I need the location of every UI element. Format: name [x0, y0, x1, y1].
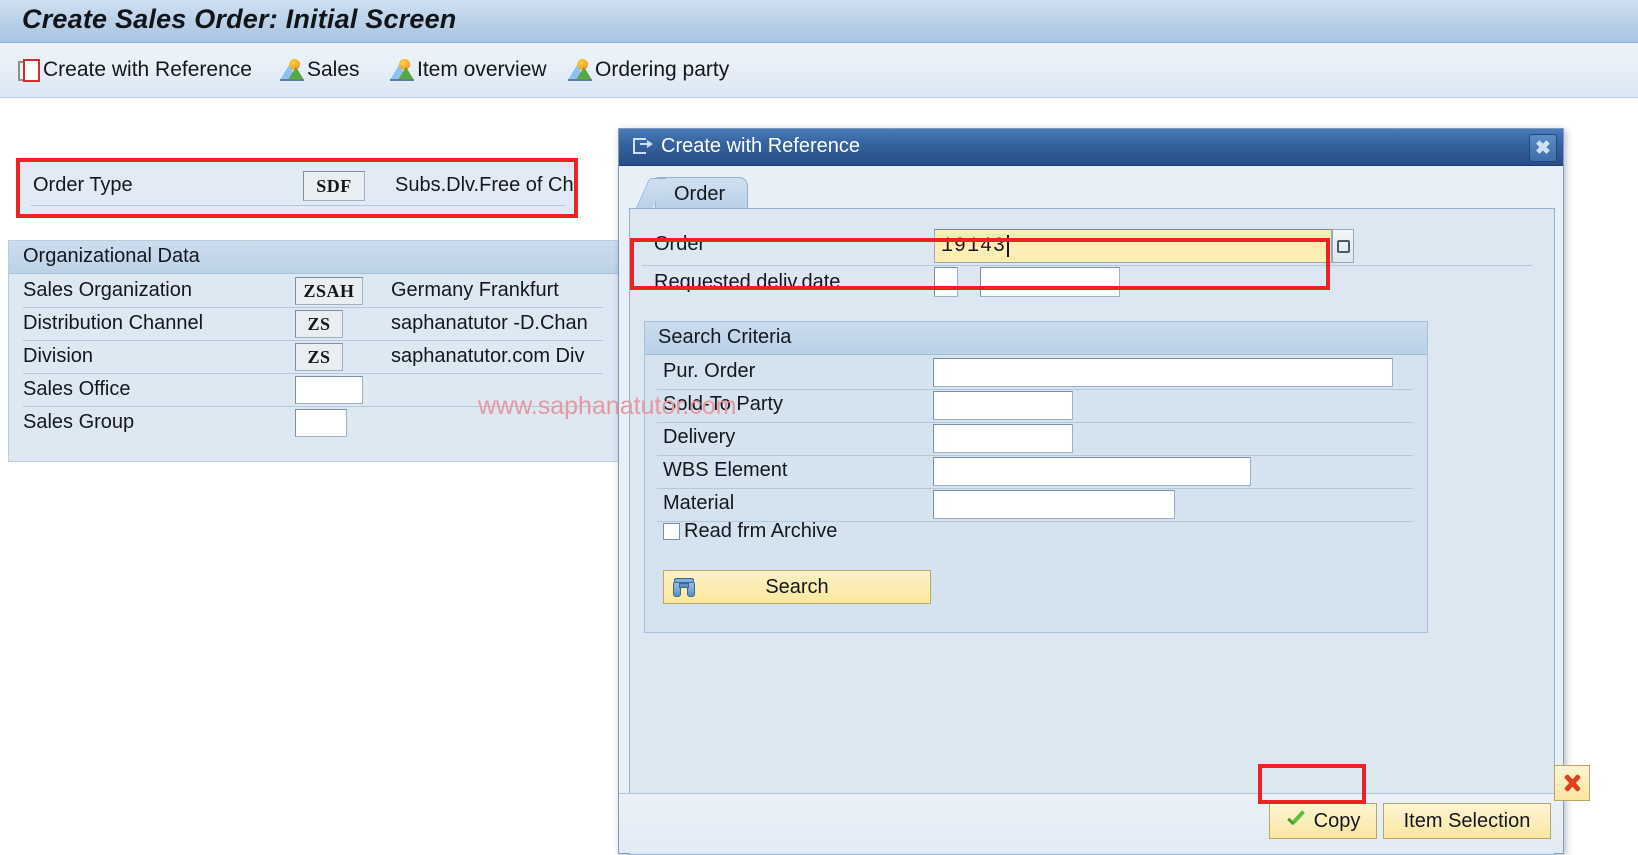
organizational-data-title: Organizational Data — [23, 245, 200, 267]
org-row-division: Division ZS saphanatutor.com Div — [23, 341, 603, 374]
org-row-sales-group: Sales Group — [23, 407, 603, 439]
search-criteria-title: Search Criteria — [658, 326, 792, 348]
mountain-icon — [568, 59, 592, 81]
order-field-row: Order 19143 — [642, 227, 1532, 266]
dialog-tabstrip: Order — [629, 177, 1553, 210]
row-label: Distribution Channel — [23, 312, 204, 334]
row-label: Sales Office — [23, 378, 131, 400]
dialog-footer: Copy Item Selection — [619, 794, 1563, 853]
toolbar-ordering-party[interactable]: Ordering party — [568, 54, 729, 86]
row-label: WBS Element — [663, 459, 788, 481]
distribution-channel-input[interactable]: ZS — [295, 310, 343, 338]
toolbar-item-overview[interactable]: Item overview — [390, 54, 547, 86]
delivery-input[interactable] — [933, 424, 1073, 453]
tab-order[interactable]: Order — [655, 177, 749, 210]
order-input-value: 19143 — [941, 234, 1007, 258]
row-label: Division — [23, 345, 94, 367]
row-description: saphanatutor.com Div — [391, 345, 585, 367]
item-selection-button-label: Item Selection — [1403, 809, 1531, 832]
order-type-description: Subs.Dlv.Free of Ch. — [395, 174, 580, 196]
material-input[interactable] — [933, 490, 1175, 519]
checkbox-label: Read frm Archive — [684, 520, 838, 542]
dialog-title-bar: Create with Reference ✖ — [619, 129, 1563, 166]
dialog-window-icon — [633, 138, 653, 156]
row-label: Material — [663, 492, 735, 514]
application-toolbar: Create with Reference Sales Item overvie… — [0, 43, 1638, 98]
main-title-bar: Create Sales Order: Initial Screen — [0, 0, 1638, 43]
search-criteria-panel: Search Criteria Pur. Order Sold-To Party… — [644, 321, 1428, 633]
row-label: Sales Group — [23, 411, 135, 433]
sc-row-material: Material — [657, 488, 1413, 522]
toolbar-item-label: Create with Reference — [43, 58, 252, 81]
tab-label: Order — [674, 182, 726, 205]
sales-office-input[interactable] — [295, 376, 363, 404]
toolbar-create-with-reference[interactable]: Create with Reference — [18, 54, 252, 86]
text-cursor — [1007, 235, 1010, 257]
read-frm-archive-checkbox[interactable]: Read frm Archive — [663, 520, 837, 543]
division-input[interactable]: ZS — [295, 343, 343, 371]
dialog-tab-body: Order 19143 Requested deliv.date Search … — [629, 208, 1555, 855]
order-type-label: Order Type — [33, 174, 133, 196]
order-type-group: Order Type SDF Subs.Dlv.Free of Ch. — [18, 160, 580, 218]
sap-gui-screen: Create Sales Order: Initial Screen Creat… — [0, 0, 1638, 855]
toolbar-item-label: Ordering party — [595, 58, 730, 81]
row-label: Delivery — [663, 426, 736, 448]
search-criteria-header: Search Criteria — [645, 322, 1427, 355]
toolbar-item-label: Item overview — [417, 58, 547, 81]
toolbar-sales[interactable]: Sales — [280, 54, 360, 86]
cancel-button[interactable] — [1554, 765, 1590, 801]
sales-organization-input[interactable]: ZSAH — [295, 277, 363, 305]
mountain-icon — [390, 59, 414, 81]
search-button[interactable]: Search — [663, 570, 931, 604]
mountain-icon — [280, 59, 304, 81]
search-help-icon[interactable] — [1332, 229, 1354, 263]
requested-deliv-date-small-input[interactable] — [934, 267, 958, 297]
row-description: Germany Frankfurt — [391, 279, 559, 301]
org-row-distribution-channel: Distribution Channel ZS saphanatutor -D.… — [23, 308, 603, 341]
requested-deliv-date-label: Requested deliv.date — [654, 271, 841, 293]
page-title: Create Sales Order: Initial Screen — [22, 4, 457, 34]
checkbox-box — [663, 523, 680, 540]
search-button-label: Search — [765, 575, 829, 598]
row-label: Pur. Order — [663, 360, 756, 382]
row-label: Sold-To Party — [663, 393, 784, 415]
sc-row-delivery: Delivery — [657, 422, 1413, 456]
red-x-icon — [1562, 773, 1582, 793]
order-input[interactable]: 19143 — [934, 229, 1332, 263]
sold-to-party-input[interactable] — [933, 391, 1073, 420]
requested-deliv-date-row: Requested deliv.date — [642, 267, 1532, 301]
order-type-input[interactable]: SDF — [303, 171, 365, 201]
create-with-reference-dialog: Create with Reference ✖ Order Order 1914… — [618, 128, 1564, 855]
row-description: saphanatutor -D.Chan — [391, 312, 588, 334]
wbs-element-input[interactable] — [933, 457, 1251, 486]
requested-deliv-date-input[interactable] — [980, 267, 1120, 297]
row-label: Sales Organization — [23, 279, 192, 301]
sc-row-sold-to-party: Sold-To Party — [657, 389, 1413, 423]
order-field-label: Order — [654, 233, 706, 255]
org-row-sales-office: Sales Office — [23, 374, 603, 407]
copy-button-label: Copy — [1313, 809, 1361, 832]
copy-button[interactable]: Copy — [1269, 803, 1377, 839]
sales-group-input[interactable] — [295, 409, 347, 437]
item-selection-button[interactable]: Item Selection — [1383, 803, 1551, 839]
sc-row-wbs-element: WBS Element — [657, 455, 1413, 489]
sc-row-pur-order: Pur. Order — [657, 356, 1413, 390]
pur-order-input[interactable] — [933, 358, 1393, 387]
close-icon[interactable]: ✖ — [1529, 134, 1557, 162]
green-check-icon — [1286, 812, 1306, 830]
org-row-sales-organization: Sales Organization ZSAH Germany Frankfur… — [23, 275, 603, 308]
copy-reference-icon — [18, 59, 40, 82]
dialog-title: Create with Reference — [661, 135, 860, 157]
toolbar-item-label: Sales — [307, 58, 360, 81]
